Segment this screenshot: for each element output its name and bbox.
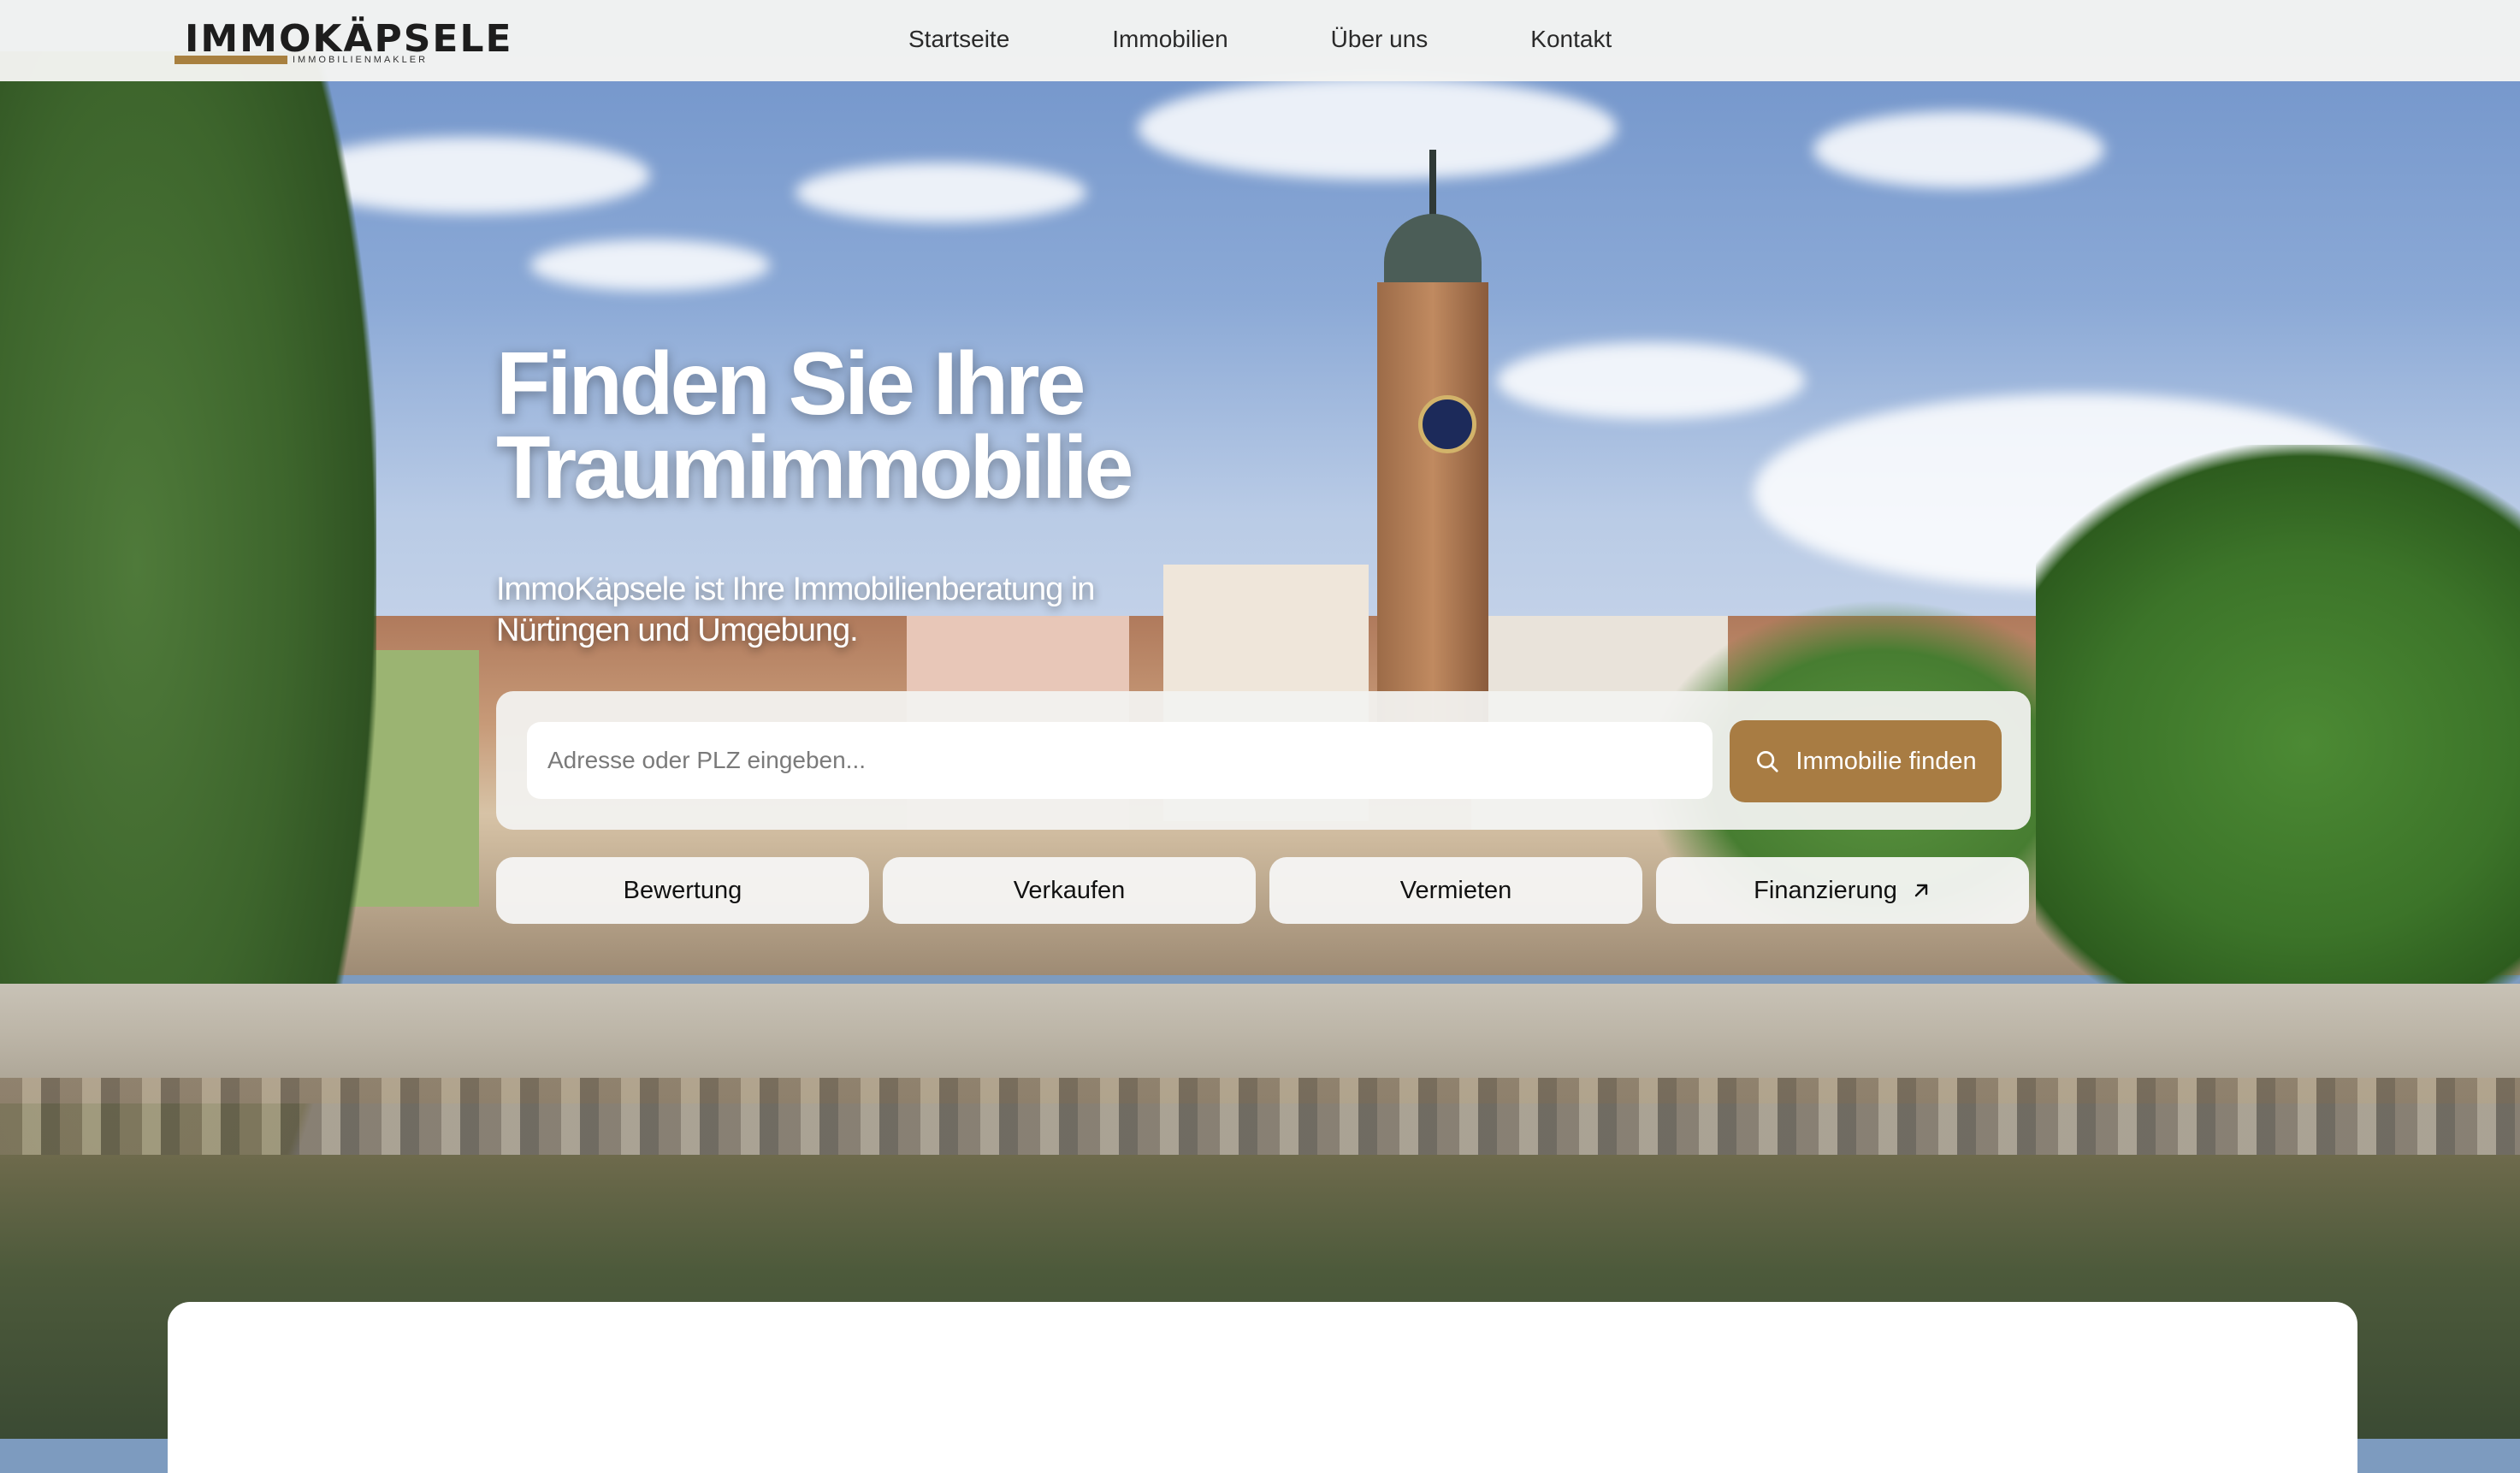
clock-face xyxy=(1418,395,1476,453)
find-property-button[interactable]: Immobilie finden xyxy=(1730,720,2002,802)
headline-line-2: Traumimmobilie xyxy=(496,418,1134,518)
church-spire xyxy=(1429,150,1436,222)
quick-link-label: Bewertung xyxy=(623,876,742,904)
quick-link-label: Verkaufen xyxy=(1013,876,1126,904)
logo-tagline: IMMOBILIENMAKLER xyxy=(293,55,429,65)
main-nav: Startseite Immobilien Über uns Kontakt xyxy=(908,26,1714,53)
site-header: IMMOKÄPSELE IMMOBILIENMAKLER Startseite … xyxy=(0,0,2520,81)
hero-subline: ImmoKäpsele ist Ihre Immobilienberatung … xyxy=(496,571,1095,648)
cloud xyxy=(1813,111,2104,188)
find-property-label: Immobilie finden xyxy=(1795,747,1977,775)
quick-link-verkaufen[interactable]: Verkaufen xyxy=(883,857,1256,924)
quick-link-label: Vermieten xyxy=(1399,876,1512,904)
brand-logo[interactable]: IMMOKÄPSELE IMMOBILIENMAKLER xyxy=(175,17,512,68)
nav-startseite[interactable]: Startseite xyxy=(908,26,1009,53)
cloud xyxy=(796,163,1086,222)
quick-link-label: Finanzierung xyxy=(1754,876,1897,904)
nav-kontakt[interactable]: Kontakt xyxy=(1530,26,1612,53)
address-search-input[interactable] xyxy=(527,722,1713,799)
quick-link-bewertung[interactable]: Bewertung xyxy=(496,857,869,924)
search-panel: Immobilie finden xyxy=(496,691,2031,830)
quick-links: Bewertung Verkaufen Vermieten Finanzieru… xyxy=(496,857,2031,926)
logo-accent-bar xyxy=(175,56,287,64)
hero-headline: Finden Sie Ihre Traumimmobilie xyxy=(496,340,1266,512)
river-rocks xyxy=(0,1078,2520,1163)
quick-link-finanzierung[interactable]: Finanzierung xyxy=(1656,857,2029,924)
nav-immobilien[interactable]: Immobilien xyxy=(1112,26,1227,53)
cloud xyxy=(1138,77,1617,180)
trees-right xyxy=(2036,445,2520,1044)
cloud xyxy=(530,240,770,291)
search-icon xyxy=(1757,751,1779,772)
content-card xyxy=(168,1302,2357,1473)
cloud xyxy=(1497,342,1805,419)
nav-ueber-uns[interactable]: Über uns xyxy=(1331,26,1429,53)
arrow-up-right-icon xyxy=(1914,884,1928,897)
church-tower xyxy=(1377,282,1488,727)
quick-link-vermieten[interactable]: Vermieten xyxy=(1269,857,1642,924)
